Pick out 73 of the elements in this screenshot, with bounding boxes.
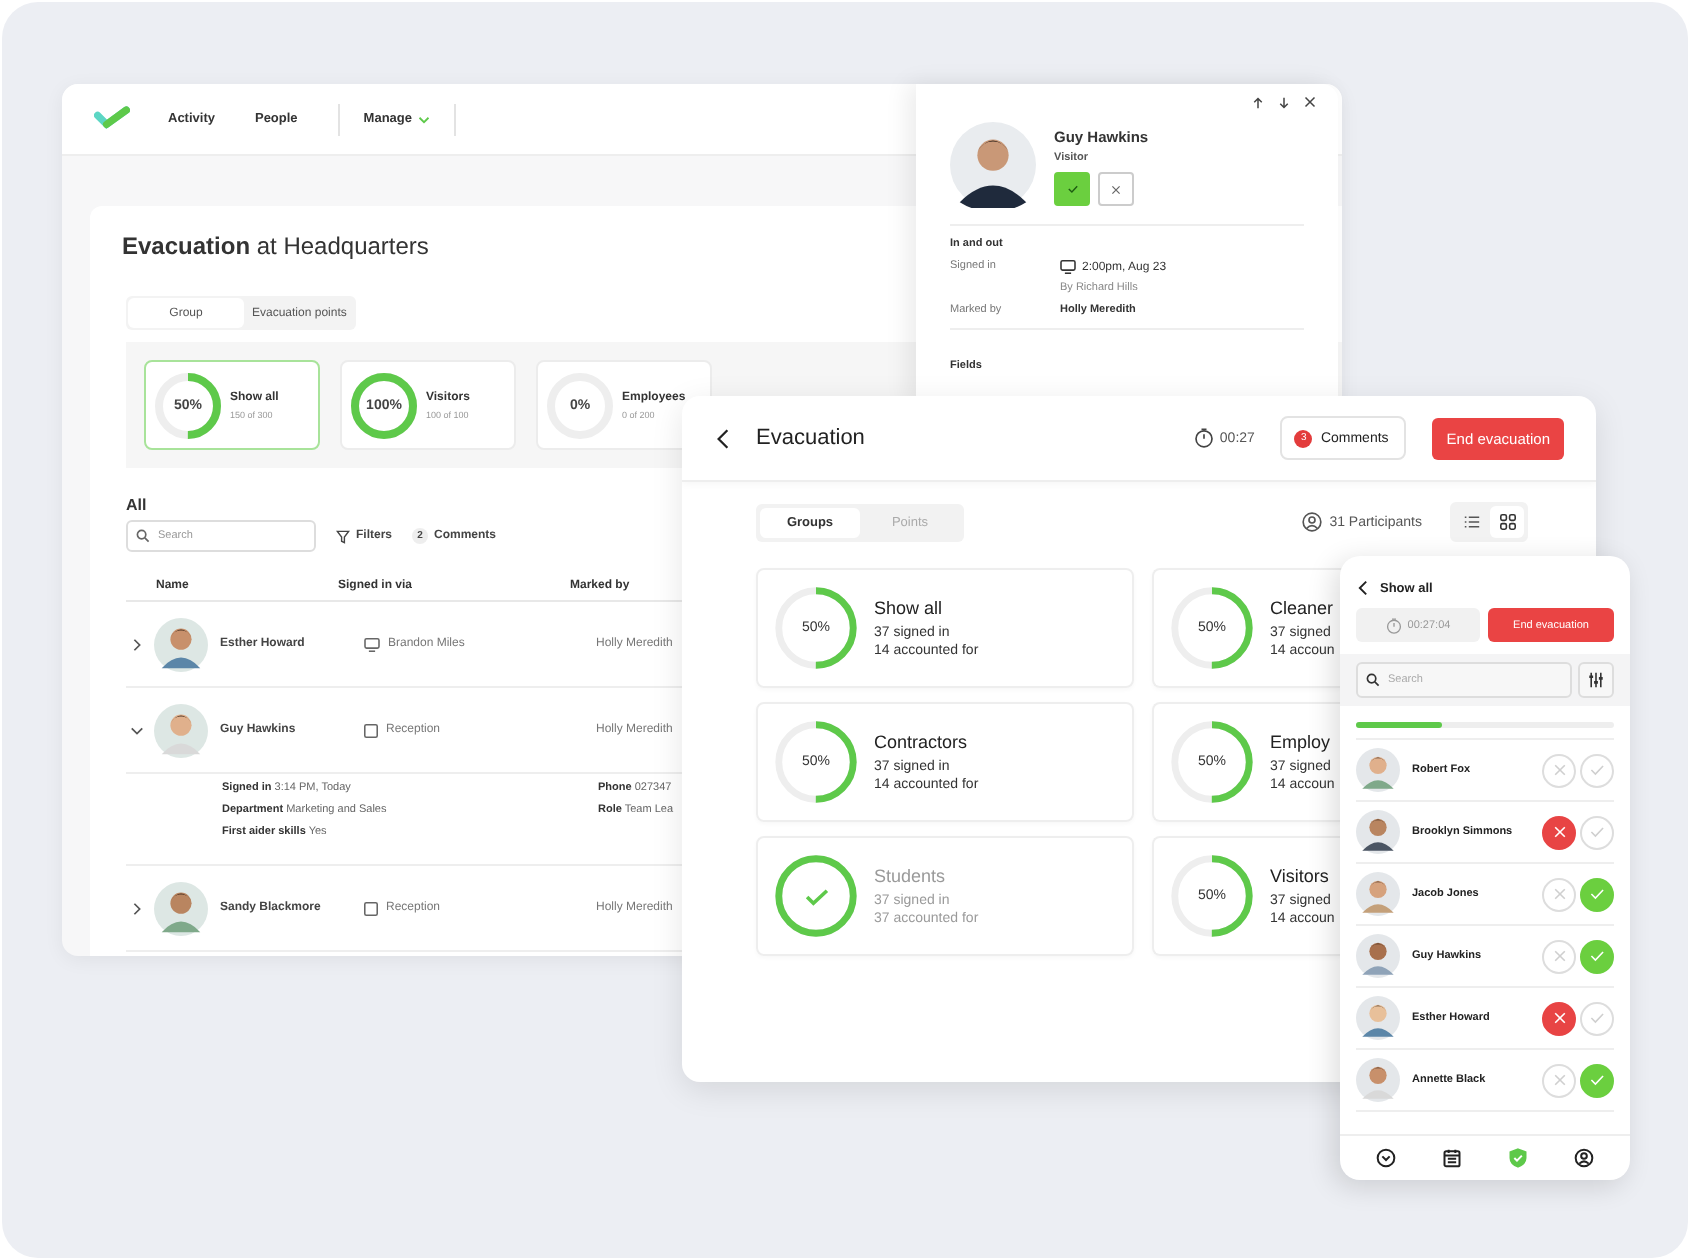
user-icon: [1301, 512, 1322, 532]
progress-ring: [774, 720, 858, 804]
check-icon: [1588, 1072, 1606, 1088]
chevron-icon[interactable]: [130, 723, 144, 737]
progress-ring: [154, 371, 222, 439]
list-title: All: [126, 496, 147, 514]
avatar: [1356, 996, 1400, 1040]
check-icon: [1588, 824, 1606, 840]
chevron-circle-icon[interactable]: [1375, 1148, 1396, 1168]
close-icon: [1551, 824, 1567, 840]
close-icon: [1551, 886, 1567, 902]
progress-ring: [350, 371, 418, 439]
check-icon: [1588, 762, 1606, 778]
check-icon: [1588, 1010, 1606, 1026]
filter-button[interactable]: [1578, 662, 1614, 698]
close-icon: [1551, 948, 1567, 964]
grid-view-button[interactable]: [1490, 506, 1524, 538]
up-arrow-icon[interactable]: [1252, 96, 1264, 110]
check-icon: [1065, 182, 1079, 196]
chevron-icon[interactable]: [130, 901, 144, 915]
back-icon[interactable]: [1358, 580, 1368, 596]
sliders-icon: [1588, 672, 1604, 688]
avatar: [1356, 872, 1400, 916]
progress-ring: [1170, 720, 1254, 804]
group-name: Contractors: [874, 732, 970, 752]
group-name: Students: [874, 866, 948, 886]
close-icon[interactable]: [1304, 96, 1316, 108]
chevron-icon[interactable]: [130, 637, 144, 651]
avatar: [154, 881, 208, 935]
group-name: Employ: [1270, 732, 1333, 752]
grid-icon: [1499, 514, 1515, 530]
avatar: [1356, 810, 1400, 854]
monitor-icon: [364, 637, 380, 651]
avatar: [154, 703, 208, 757]
avatar: [1356, 748, 1400, 792]
close-icon: [1110, 183, 1122, 195]
progress-ring: [774, 586, 858, 670]
avatar: [1356, 1058, 1400, 1102]
page-title: Evacuation at Headquarters: [122, 232, 429, 260]
timer-icon: [1385, 617, 1402, 633]
timer-icon: [1193, 428, 1214, 448]
avatar: [950, 122, 1036, 208]
progress-ring: [1170, 854, 1254, 938]
search-icon: [1366, 673, 1380, 687]
tablet-icon: [364, 723, 378, 737]
group-name: Cleaner: [1270, 598, 1335, 618]
group-name: Show all: [874, 598, 945, 618]
logo-icon[interactable]: [94, 106, 130, 132]
caret-icon: [418, 115, 430, 123]
window-title: Evacuation: [756, 426, 865, 450]
check-icon: [803, 887, 829, 905]
group-name: Visitors: [1270, 866, 1331, 886]
close-icon: [1551, 762, 1567, 778]
check-icon: [1588, 948, 1606, 964]
close-icon: [1551, 1010, 1567, 1026]
tablet-icon: [364, 901, 378, 915]
down-arrow-icon[interactable]: [1278, 96, 1290, 110]
progress-ring: [774, 854, 858, 938]
filter-icon: [336, 529, 350, 543]
avatar: [154, 617, 208, 671]
calendar-icon[interactable]: [1441, 1148, 1462, 1168]
monitor-icon: [1060, 260, 1076, 274]
absent-button[interactable]: [1542, 815, 1576, 849]
avatar: [1356, 934, 1400, 978]
back-icon[interactable]: [716, 427, 730, 449]
close-icon: [1551, 1072, 1567, 1088]
shield-check-icon[interactable]: [1508, 1148, 1529, 1168]
check-icon: [1588, 886, 1606, 902]
list-icon: [1463, 514, 1479, 530]
absent-button[interactable]: [1542, 1001, 1576, 1035]
progress-ring: [1170, 586, 1254, 670]
search-icon: [136, 529, 150, 543]
user-circle-icon[interactable]: [1574, 1148, 1595, 1168]
